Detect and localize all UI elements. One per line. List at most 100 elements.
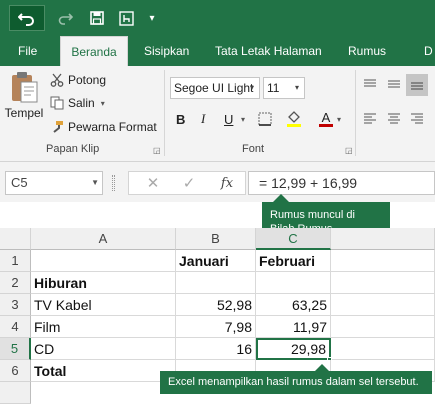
- formula-input[interactable]: = 12,99 + 16,99: [248, 171, 435, 195]
- borders-icon: [258, 112, 272, 126]
- cell-b2[interactable]: [176, 272, 256, 294]
- paste-label: Tempel: [4, 106, 44, 120]
- cell-d4[interactable]: [331, 316, 435, 338]
- cell-b3[interactable]: 52,98: [176, 294, 256, 316]
- align-middle-button[interactable]: [387, 76, 403, 92]
- paste-icon: [12, 72, 38, 103]
- italic-button[interactable]: I: [201, 110, 215, 128]
- cell-d3[interactable]: [331, 294, 435, 316]
- save-button[interactable]: [86, 5, 108, 31]
- font-family-select[interactable]: Segoe UI Light ▾: [170, 77, 260, 99]
- paintbrush-icon: [53, 121, 63, 133]
- align-center-button[interactable]: [387, 110, 403, 126]
- row-header-5[interactable]: 5: [0, 338, 31, 360]
- formula-buttons: ✕ ✓ fx: [128, 171, 246, 195]
- format-painter-button[interactable]: Pewarna Format: [50, 117, 157, 137]
- row-header-7[interactable]: [0, 382, 31, 404]
- copy-icon: [50, 96, 64, 110]
- tab-home[interactable]: Beranda: [60, 36, 128, 66]
- copy-button[interactable]: Salin ▾: [50, 93, 105, 113]
- cut-button[interactable]: Potong: [50, 70, 106, 90]
- cell-c5-selected[interactable]: 29,98: [256, 338, 331, 360]
- column-header-b[interactable]: B: [176, 228, 256, 250]
- tab-page-layout[interactable]: Tata Letak Halaman: [215, 36, 322, 66]
- column-header-d[interactable]: [331, 228, 435, 250]
- tab-data[interactable]: D: [424, 36, 433, 66]
- align-top-icon: [364, 79, 376, 87]
- cell-a6[interactable]: Total: [31, 360, 176, 382]
- chevron-down-icon: ▾: [294, 83, 299, 92]
- align-bottom-button[interactable]: [406, 74, 428, 96]
- font-color-icon: A: [321, 110, 331, 125]
- bold-button[interactable]: B: [176, 110, 190, 128]
- cell-d1[interactable]: [331, 250, 435, 272]
- paste-button[interactable]: Tempel: [4, 70, 44, 136]
- save-icon: [90, 11, 104, 25]
- touch-mode-icon: [118, 10, 134, 26]
- touch-mode-button[interactable]: [115, 5, 137, 31]
- cell-d5[interactable]: [331, 338, 435, 360]
- undo-button[interactable]: [9, 5, 45, 31]
- tab-file[interactable]: File: [18, 36, 37, 66]
- font-launcher-icon[interactable]: ◲: [345, 146, 354, 155]
- callout-pointer: [315, 364, 329, 371]
- underline-button[interactable]: U: [224, 110, 238, 128]
- font-color-button[interactable]: A: [318, 108, 334, 130]
- undo-icon: [18, 13, 34, 26]
- customize-qat-icon: ▾: [149, 12, 155, 24]
- cell-c1[interactable]: Februari: [256, 250, 331, 272]
- resize-handle[interactable]: [112, 175, 115, 191]
- underline-dropdown[interactable]: ▾: [241, 110, 253, 128]
- cell-a5[interactable]: CD: [31, 338, 176, 360]
- cell-c2[interactable]: [256, 272, 331, 294]
- cell-b4[interactable]: 7,98: [176, 316, 256, 338]
- font-color-dropdown[interactable]: ▾: [337, 110, 347, 128]
- fill-color-button[interactable]: [286, 108, 306, 130]
- cell-a4[interactable]: Film: [31, 316, 176, 338]
- column-header-a[interactable]: A: [31, 228, 176, 250]
- row-header-4[interactable]: 4: [0, 316, 31, 338]
- row-header-2[interactable]: 2: [0, 272, 31, 294]
- name-box[interactable]: C5 ▼: [5, 171, 103, 195]
- borders-button[interactable]: [258, 108, 276, 130]
- align-right-icon: [411, 113, 423, 124]
- cell-b5[interactable]: 16: [176, 338, 256, 360]
- divider: [164, 70, 165, 156]
- divider: [355, 70, 356, 156]
- customize-qat-button[interactable]: ▾: [144, 5, 160, 31]
- redo-button[interactable]: [50, 5, 80, 31]
- tab-formulas[interactable]: Rumus: [348, 36, 386, 66]
- align-left-button[interactable]: [363, 110, 379, 126]
- cell-b1[interactable]: Januari: [176, 250, 256, 272]
- cancel-button[interactable]: ✕: [143, 174, 163, 194]
- chevron-down-icon: ▾: [249, 83, 254, 92]
- column-header-c[interactable]: C: [256, 228, 331, 250]
- insert-function-button[interactable]: fx: [217, 174, 237, 194]
- title-bar: ▾: [0, 0, 435, 36]
- cell-a3[interactable]: TV Kabel: [31, 294, 176, 316]
- cell-a1[interactable]: [31, 250, 176, 272]
- align-top-button[interactable]: [363, 76, 379, 92]
- paint-bucket-icon: [287, 111, 301, 127]
- row-header-1[interactable]: 1: [0, 250, 31, 272]
- cell-a2[interactable]: Hiburan: [31, 272, 176, 294]
- font-size-select[interactable]: 11 ▾: [263, 77, 305, 99]
- cell-c3[interactable]: 63,25: [256, 294, 331, 316]
- align-right-button[interactable]: [410, 110, 426, 126]
- align-left-icon: [364, 113, 376, 124]
- cell-result-callout: Excel menampilkan hasil rumus dalam sel …: [160, 371, 432, 394]
- row-header-3[interactable]: 3: [0, 294, 31, 316]
- clipboard-group-label: Papan Klip: [46, 143, 100, 155]
- format-painter-label: Pewarna Format: [68, 120, 157, 134]
- cell-c4[interactable]: 11,97: [256, 316, 331, 338]
- tab-insert[interactable]: Sisipkan: [144, 36, 189, 66]
- callout-pointer: [273, 194, 289, 202]
- cell-d2[interactable]: [331, 272, 435, 294]
- enter-button[interactable]: ✓: [179, 174, 199, 194]
- align-center-icon: [388, 113, 400, 124]
- clipboard-launcher-icon[interactable]: ◲: [153, 146, 162, 155]
- font-group-label: Font: [242, 143, 265, 155]
- select-all-corner[interactable]: [0, 228, 31, 250]
- row-header-6[interactable]: 6: [0, 360, 31, 382]
- name-box-value: C5: [11, 175, 28, 190]
